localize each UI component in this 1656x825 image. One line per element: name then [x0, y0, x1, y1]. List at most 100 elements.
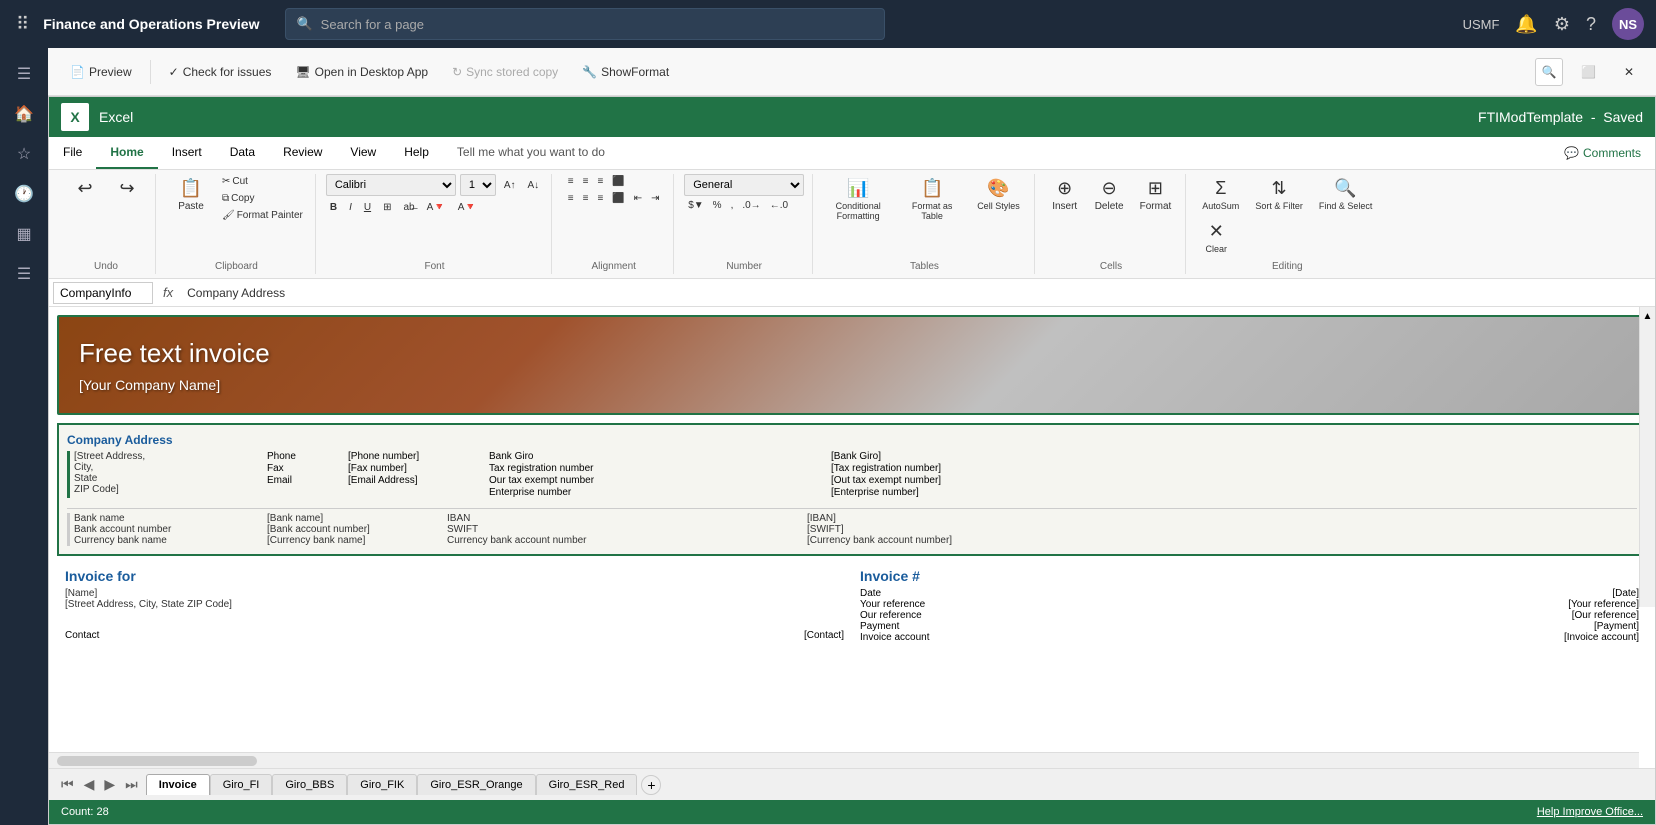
wrap-text-btn[interactable]: ⬛: [608, 174, 628, 189]
font-items: Calibri 11 A↑ A↓ B I: [326, 174, 543, 274]
indent-increase-btn[interactable]: ⇥: [647, 191, 663, 206]
cells-label: Cells: [1100, 261, 1122, 272]
tab-home[interactable]: Home: [96, 137, 157, 169]
settings-icon[interactable]: ⚙: [1554, 14, 1570, 35]
sheet-tab-giro-esr-orange[interactable]: Giro_ESR_Orange: [417, 774, 535, 795]
user-avatar[interactable]: NS: [1612, 8, 1644, 40]
close-btn[interactable]: ✕: [1614, 61, 1644, 83]
tab-data[interactable]: Data: [216, 137, 269, 169]
preview-button[interactable]: 📄 Preview: [60, 61, 142, 83]
redo-button[interactable]: ↪: [107, 174, 147, 205]
align-top-left-btn[interactable]: ≡: [564, 174, 578, 189]
paste-button[interactable]: 📋 Paste: [166, 174, 216, 216]
help-icon[interactable]: ?: [1586, 14, 1596, 35]
align-left-btn[interactable]: ≡: [564, 191, 578, 206]
open-desktop-button[interactable]: 🖥 Open in Desktop App: [285, 61, 438, 83]
horizontal-scrollbar[interactable]: [49, 752, 1639, 768]
tab-help[interactable]: Help: [390, 137, 443, 169]
apps-grid-icon[interactable]: ⠿: [12, 10, 33, 39]
cut-button[interactable]: ✂ Cut: [218, 174, 307, 189]
align-top-center-btn[interactable]: ≡: [579, 174, 593, 189]
indent-decrease-btn[interactable]: ⇤: [630, 191, 646, 206]
align-top-right-btn[interactable]: ≡: [593, 174, 607, 189]
undo-button[interactable]: ↩: [65, 174, 105, 205]
formula-content[interactable]: Company Address: [183, 286, 1651, 300]
notification-icon[interactable]: 🔔: [1515, 14, 1537, 35]
align-right-btn[interactable]: ≡: [593, 191, 607, 206]
currency-btn[interactable]: $▼: [684, 198, 707, 213]
tab-prev-btn[interactable]: ◀: [80, 774, 99, 795]
comments-tab[interactable]: 💬 Comments: [1550, 137, 1655, 169]
font-name-row: Calibri 11 A↑ A↓: [326, 174, 543, 198]
bold-button[interactable]: B: [326, 200, 341, 215]
autosum-btn[interactable]: Σ AutoSum: [1196, 174, 1245, 215]
format-table-btn[interactable]: 📋 Format as Table: [897, 174, 967, 225]
sort-filter-btn[interactable]: ⇅ Sort & Filter: [1249, 174, 1309, 215]
copy-button[interactable]: ⧉ Copy: [218, 191, 307, 206]
sheet-tab-giro-fik[interactable]: Giro_FIK: [347, 774, 417, 795]
sidebar-star-icon[interactable]: ☆: [6, 136, 42, 172]
tab-next-btn[interactable]: ▶: [100, 774, 119, 795]
font-name-select[interactable]: Calibri: [326, 174, 456, 196]
cell-styles-btn[interactable]: 🎨 Cell Styles: [971, 174, 1026, 215]
action-bar-search-icon[interactable]: 🔍: [1535, 58, 1563, 86]
align-center-btn[interactable]: ≡: [579, 191, 593, 206]
restore-window-btn[interactable]: ⬜: [1571, 61, 1606, 83]
number-format-select[interactable]: General: [684, 174, 804, 196]
tell-me[interactable]: Tell me what you want to do: [443, 137, 619, 169]
delete-btn[interactable]: ⊖ Delete: [1089, 174, 1130, 216]
underline-button[interactable]: U: [360, 200, 375, 215]
sheet-tab-giro-fi[interactable]: Giro_FI: [210, 774, 273, 795]
increase-font-btn[interactable]: A↑: [500, 178, 520, 193]
decrease-decimal-btn[interactable]: ←.0: [766, 198, 792, 213]
percent-btn[interactable]: %: [709, 198, 726, 213]
sync-button[interactable]: ↻ Sync stored copy: [442, 61, 568, 83]
strikethrough-button[interactable]: ab̶: [399, 200, 418, 215]
insert-btn[interactable]: ⊕ Insert: [1045, 174, 1085, 216]
bank-details-grid: Bank name [Bank name] IBAN [IBAN] Bank a…: [67, 508, 1637, 546]
sheet-tab-invoice[interactable]: Invoice: [146, 774, 210, 795]
border-button[interactable]: ⊞: [379, 200, 395, 215]
cell-reference[interactable]: [53, 282, 153, 304]
scroll-thumb[interactable]: [57, 756, 257, 766]
italic-button[interactable]: I: [345, 200, 356, 215]
undo-items: ↩ ↪: [65, 174, 147, 274]
sidebar-home-icon[interactable]: 🏠: [6, 96, 42, 132]
add-sheet-btn[interactable]: +: [641, 775, 661, 795]
increase-decimal-btn[interactable]: .0→: [738, 198, 764, 213]
font-color-button[interactable]: A🔻: [454, 200, 481, 215]
tab-view[interactable]: View: [336, 137, 390, 169]
sheet-tab-giro-esr-red[interactable]: Giro_ESR_Red: [536, 774, 638, 795]
bank-name-value: [Bank name]: [267, 513, 447, 524]
sheet-content: Free text invoice [Your Company Name] Co…: [49, 307, 1655, 768]
comma-btn[interactable]: ,: [727, 198, 738, 213]
sidebar-list-icon[interactable]: ☰: [6, 256, 42, 292]
vertical-scrollbar[interactable]: ▲: [1639, 307, 1655, 607]
merge-btn[interactable]: ⬛: [608, 191, 628, 206]
tab-first-btn[interactable]: ⏮: [57, 774, 78, 795]
tables-label: Tables: [910, 261, 939, 272]
sidebar-menu-icon[interactable]: ☰: [6, 56, 42, 92]
improve-office-label[interactable]: Help Improve Office...: [1537, 806, 1643, 818]
excel-header: X Excel FTIModTemplate - Saved: [49, 97, 1655, 137]
conditional-formatting-btn[interactable]: 📊 Conditional Formatting: [823, 174, 893, 225]
font-size-select[interactable]: 11: [460, 174, 496, 196]
tab-file[interactable]: File: [49, 137, 96, 169]
contact-value: [Contact]: [804, 630, 844, 641]
format-painter-button[interactable]: 🖌 Format Painter: [218, 208, 307, 223]
sidebar-clock-icon[interactable]: 🕐: [6, 176, 42, 212]
scroll-up-icon[interactable]: ▲: [1643, 311, 1653, 322]
search-bar[interactable]: 🔍 Search for a page: [285, 8, 885, 40]
show-format-button[interactable]: 🔧 ShowFormat: [572, 61, 679, 83]
tab-insert[interactable]: Insert: [158, 137, 216, 169]
tab-last-btn[interactable]: ⏭: [121, 774, 142, 795]
format-btn[interactable]: ⊞ Format: [1134, 174, 1178, 216]
find-select-btn[interactable]: 🔍 Find & Select: [1313, 174, 1379, 215]
decrease-font-btn[interactable]: A↓: [524, 178, 544, 193]
sidebar-grid-icon[interactable]: ▦: [6, 216, 42, 252]
clear-btn[interactable]: ✕ Clear: [1196, 217, 1236, 258]
check-issues-button[interactable]: ✓ Check for issues: [159, 61, 282, 83]
sheet-tab-giro-bbs[interactable]: Giro_BBS: [272, 774, 347, 795]
tab-review[interactable]: Review: [269, 137, 336, 169]
fill-color-button[interactable]: A🔻: [423, 200, 450, 215]
